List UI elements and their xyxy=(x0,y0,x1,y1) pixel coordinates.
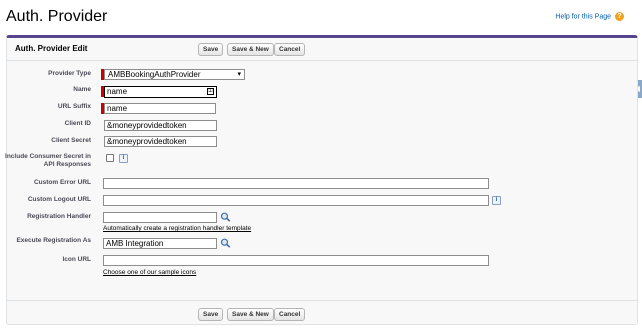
info-icon[interactable]: i xyxy=(119,154,128,163)
lookup-icon[interactable] xyxy=(220,238,231,248)
include-consumer-secret-label: Include Consumer Secret in API Responses xyxy=(5,153,91,168)
icon-url-label: Icon URL xyxy=(62,256,91,263)
save-new-button-top[interactable]: Save & New xyxy=(227,43,274,56)
page-title: Auth. Provider xyxy=(6,8,108,25)
sample-icons-link[interactable]: Choose one of our sample icons xyxy=(103,269,196,276)
client-id-label: Client ID xyxy=(64,120,91,127)
save-button-bottom[interactable]: Save xyxy=(198,308,224,321)
registration-handler-input[interactable] xyxy=(103,212,217,223)
key-icon: ⚿ xyxy=(207,88,214,95)
include-consumer-secret-checkbox[interactable] xyxy=(106,154,114,162)
lookup-icon[interactable] xyxy=(220,212,231,222)
panel-footer: Save Save & New Cancel xyxy=(7,300,637,326)
custom-logout-url-input[interactable] xyxy=(103,195,489,206)
help-link[interactable]: Help for this Page ? xyxy=(555,12,624,21)
name-value: name xyxy=(107,87,128,96)
icon-url-input[interactable] xyxy=(103,255,489,266)
custom-error-url-label: Custom Error URL xyxy=(33,179,91,186)
client-secret-label: Client Secret xyxy=(51,137,91,144)
create-handler-link[interactable]: Automatically create a registration hand… xyxy=(103,225,251,232)
url-suffix-label: URL Suffix xyxy=(57,103,91,110)
name-input[interactable]: name ⚿ xyxy=(104,86,217,98)
provider-type-value: AMBBookingAuthProvider xyxy=(108,70,201,79)
name-label: Name xyxy=(73,86,91,93)
client-id-input[interactable]: &moneyprovidedtoken xyxy=(104,120,217,131)
url-suffix-input[interactable]: name xyxy=(104,103,216,114)
client-secret-input[interactable]: &moneyprovidedtoken xyxy=(104,136,217,147)
custom-error-url-input[interactable] xyxy=(103,178,489,189)
execute-registration-as-label: Execute Registration As xyxy=(16,237,91,244)
provider-type-label: Provider Type xyxy=(48,70,91,77)
chevron-down-icon: ▾ xyxy=(237,71,241,78)
save-button-top[interactable]: Save xyxy=(198,43,224,56)
cancel-button-bottom[interactable]: Cancel xyxy=(274,308,306,321)
cancel-button-top[interactable]: Cancel xyxy=(274,43,306,56)
help-icon[interactable]: ? xyxy=(615,12,624,21)
custom-logout-url-label: Custom Logout URL xyxy=(27,196,91,203)
help-link-text[interactable]: Help for this Page xyxy=(555,13,611,20)
execute-registration-as-input[interactable]: AMB Integration xyxy=(103,238,217,249)
provider-type-select[interactable]: AMBBookingAuthProvider ▾ xyxy=(104,69,245,80)
panel-header: Auth. Provider Edit Save Save & New Canc… xyxy=(7,38,637,61)
panel-title: Auth. Provider Edit xyxy=(15,44,88,53)
info-icon[interactable]: i xyxy=(492,196,501,205)
save-new-button-bottom[interactable]: Save & New xyxy=(227,308,274,321)
edit-panel: Auth. Provider Edit Save Save & New Canc… xyxy=(5,35,638,326)
registration-handler-label: Registration Handler xyxy=(27,213,91,220)
